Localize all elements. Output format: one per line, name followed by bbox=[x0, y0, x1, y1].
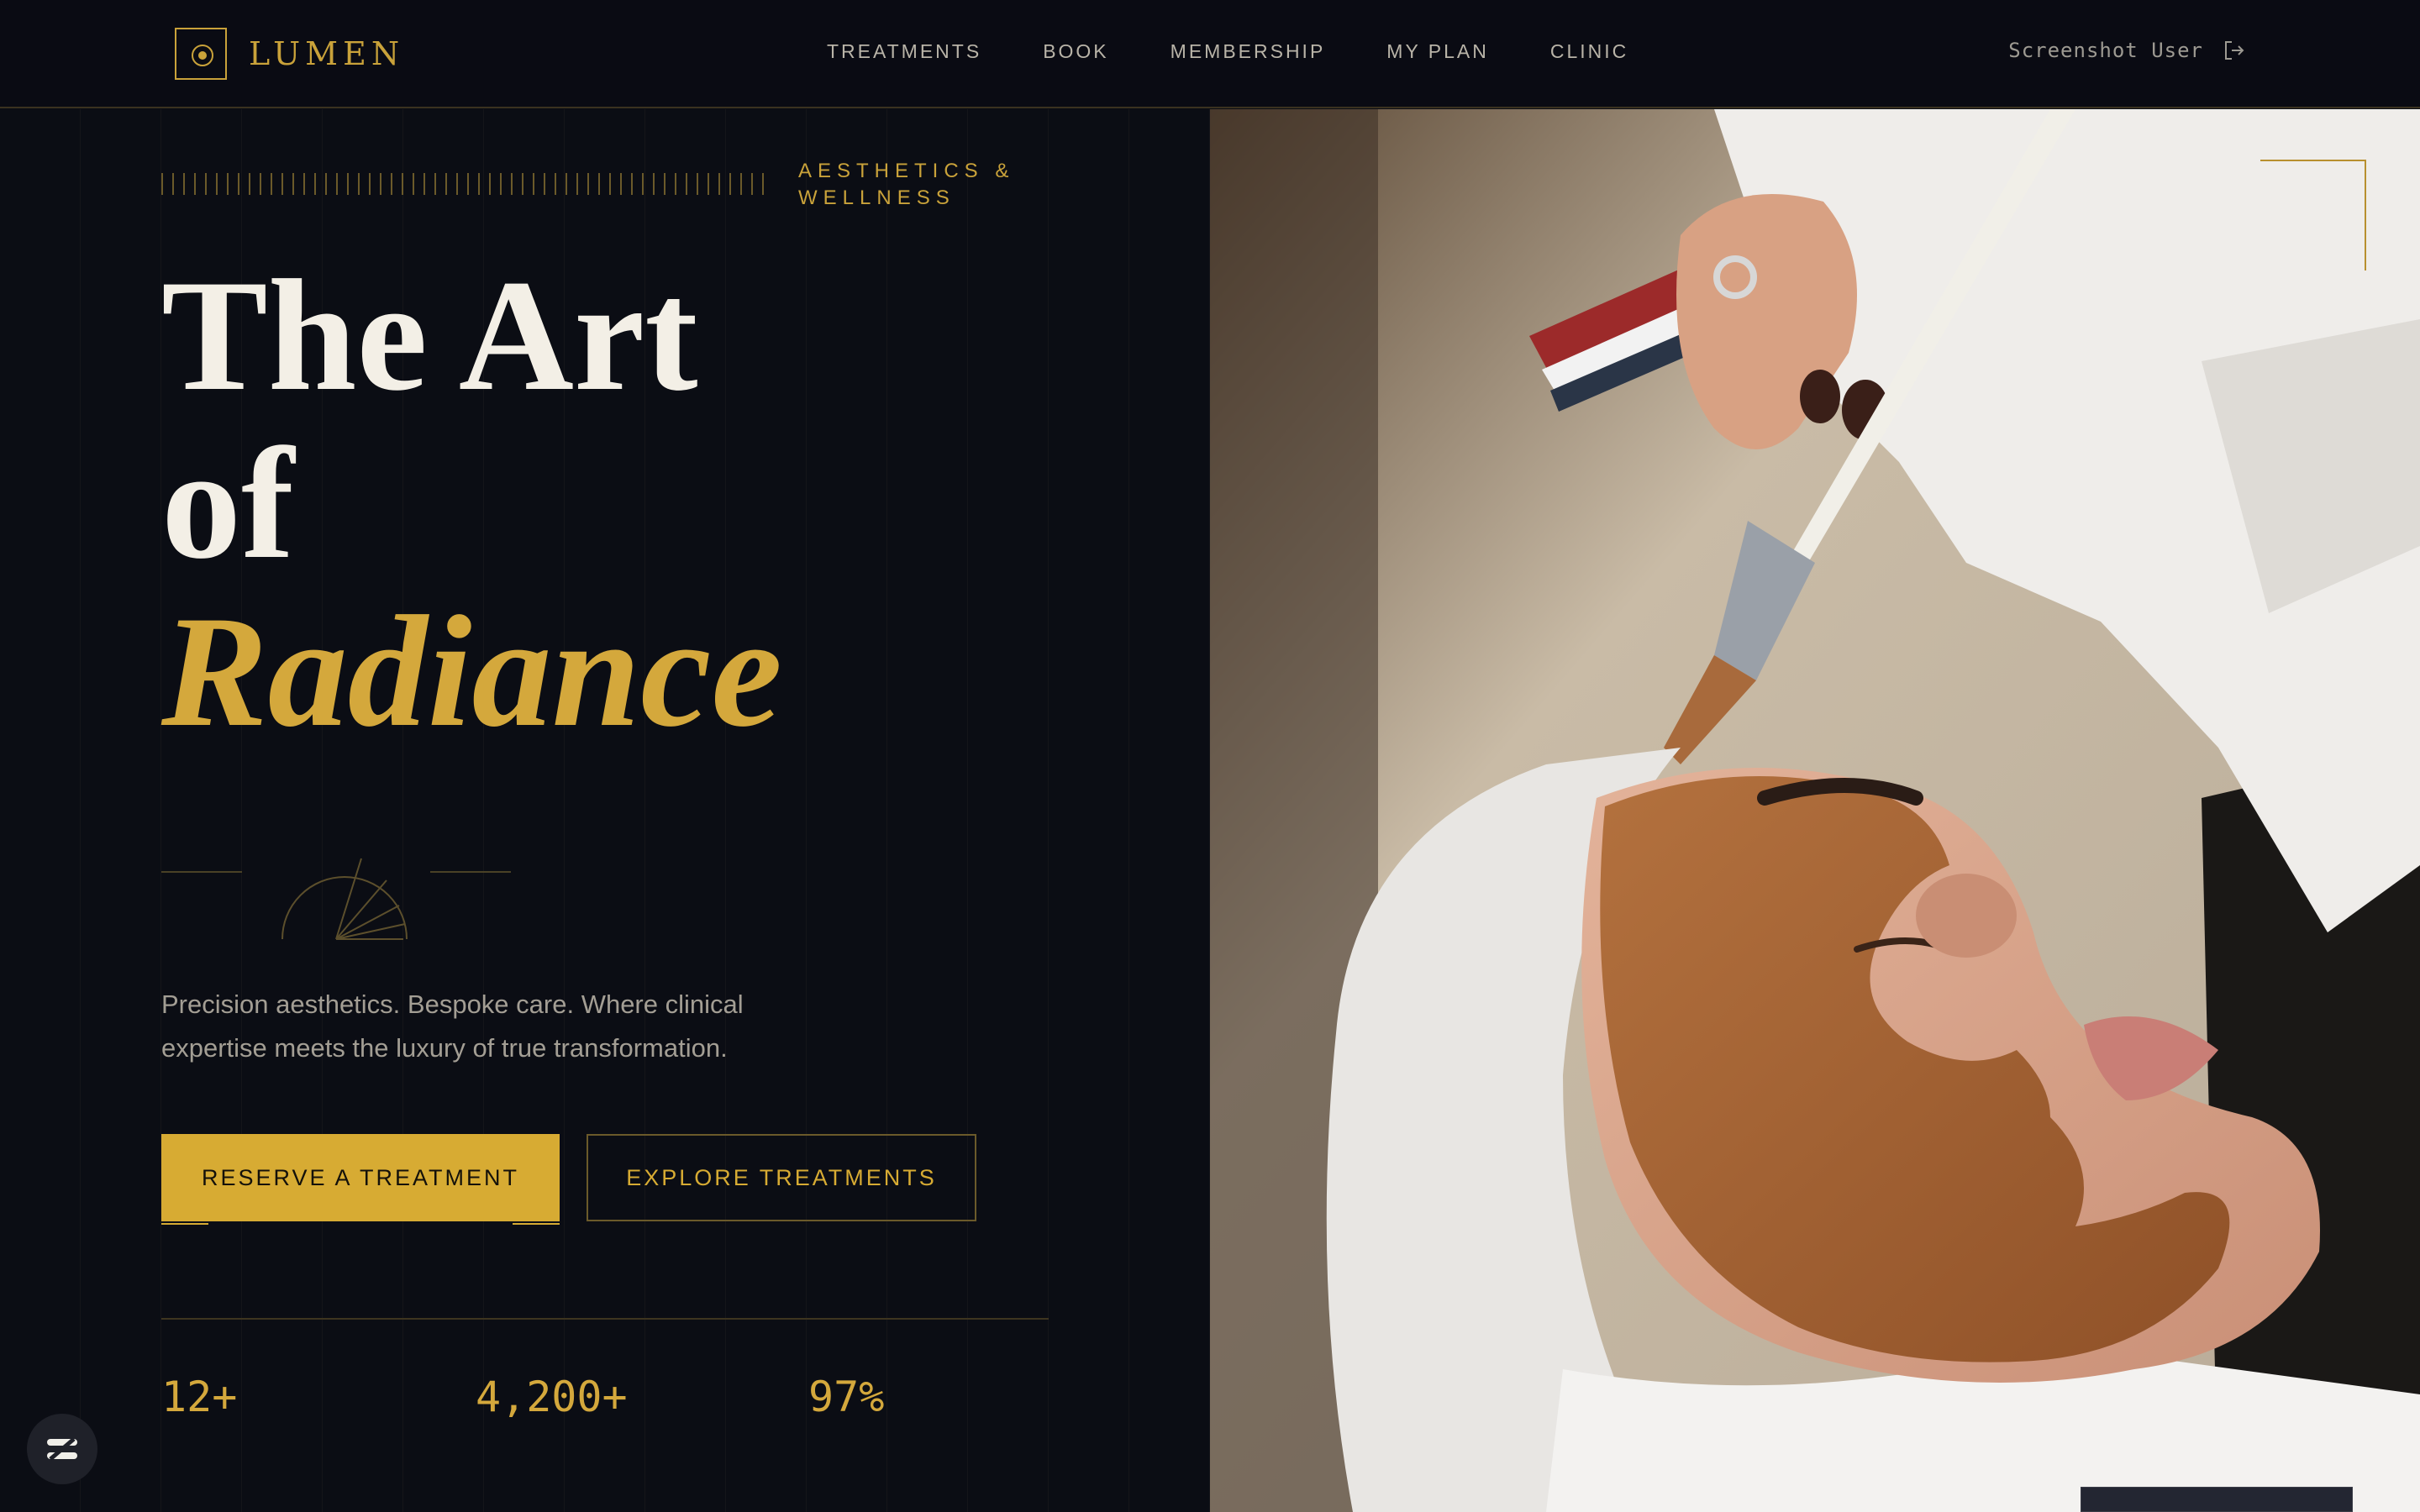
ornament-line-left bbox=[161, 871, 242, 873]
nav-item-clinic[interactable]: CLINIC bbox=[1550, 40, 1628, 63]
assistant-badge[interactable] bbox=[27, 1414, 97, 1484]
reserve-treatment-button[interactable]: RESERVE A TREATMENT bbox=[161, 1134, 560, 1225]
nav-item-my-plan[interactable]: MY PLAN bbox=[1386, 40, 1489, 63]
tick-ruler-decoration bbox=[161, 173, 770, 195]
hero-photo bbox=[1210, 109, 2420, 1512]
photo-corner-frame bbox=[2260, 160, 2366, 270]
nav-item-membership[interactable]: MEMBERSHIP bbox=[1171, 40, 1326, 63]
hero-title-line-2: of bbox=[161, 416, 295, 592]
user-name: Screenshot User bbox=[2008, 39, 2203, 62]
photo-overlay-card bbox=[2081, 1487, 2353, 1512]
main-menu: TREATMENTS BOOK MEMBERSHIP MY PLAN CLINI… bbox=[827, 40, 1690, 63]
stat-value-3: 97% bbox=[808, 1373, 885, 1421]
facial-treatment-image bbox=[1210, 109, 2420, 1512]
logo-icon bbox=[175, 28, 227, 80]
explore-treatments-button[interactable]: EXPLORE TREATMENTS bbox=[587, 1134, 976, 1221]
hero-eyebrow: AESTHETICS & WELLNESS bbox=[798, 160, 1015, 209]
top-navigation: LUMEN TREATMENTS BOOK MEMBERSHIP MY PLAN… bbox=[0, 0, 2420, 108]
assistant-badge-icon bbox=[47, 1437, 77, 1461]
nav-item-treatments[interactable]: TREATMENTS bbox=[827, 40, 981, 63]
stat-value-2: 4,200+ bbox=[476, 1373, 628, 1421]
stat-value-1: 12+ bbox=[161, 1373, 238, 1421]
hero-title-accent: Radiance bbox=[161, 584, 782, 760]
nav-item-book[interactable]: BOOK bbox=[1043, 40, 1108, 63]
brand-name: LUMEN bbox=[249, 35, 405, 72]
hero-title-line-1: The Art bbox=[161, 248, 698, 424]
user-menu[interactable]: Screenshot User bbox=[2008, 39, 2245, 62]
ornament-line-right bbox=[430, 871, 511, 873]
logout-icon[interactable] bbox=[2223, 39, 2245, 61]
hero-description: Precision aesthetics. Bespoke care. Wher… bbox=[161, 990, 744, 1063]
stats-divider bbox=[161, 1318, 1049, 1320]
brand-logo[interactable]: LUMEN bbox=[175, 27, 404, 81]
sunburst-ornament-icon bbox=[281, 858, 408, 940]
